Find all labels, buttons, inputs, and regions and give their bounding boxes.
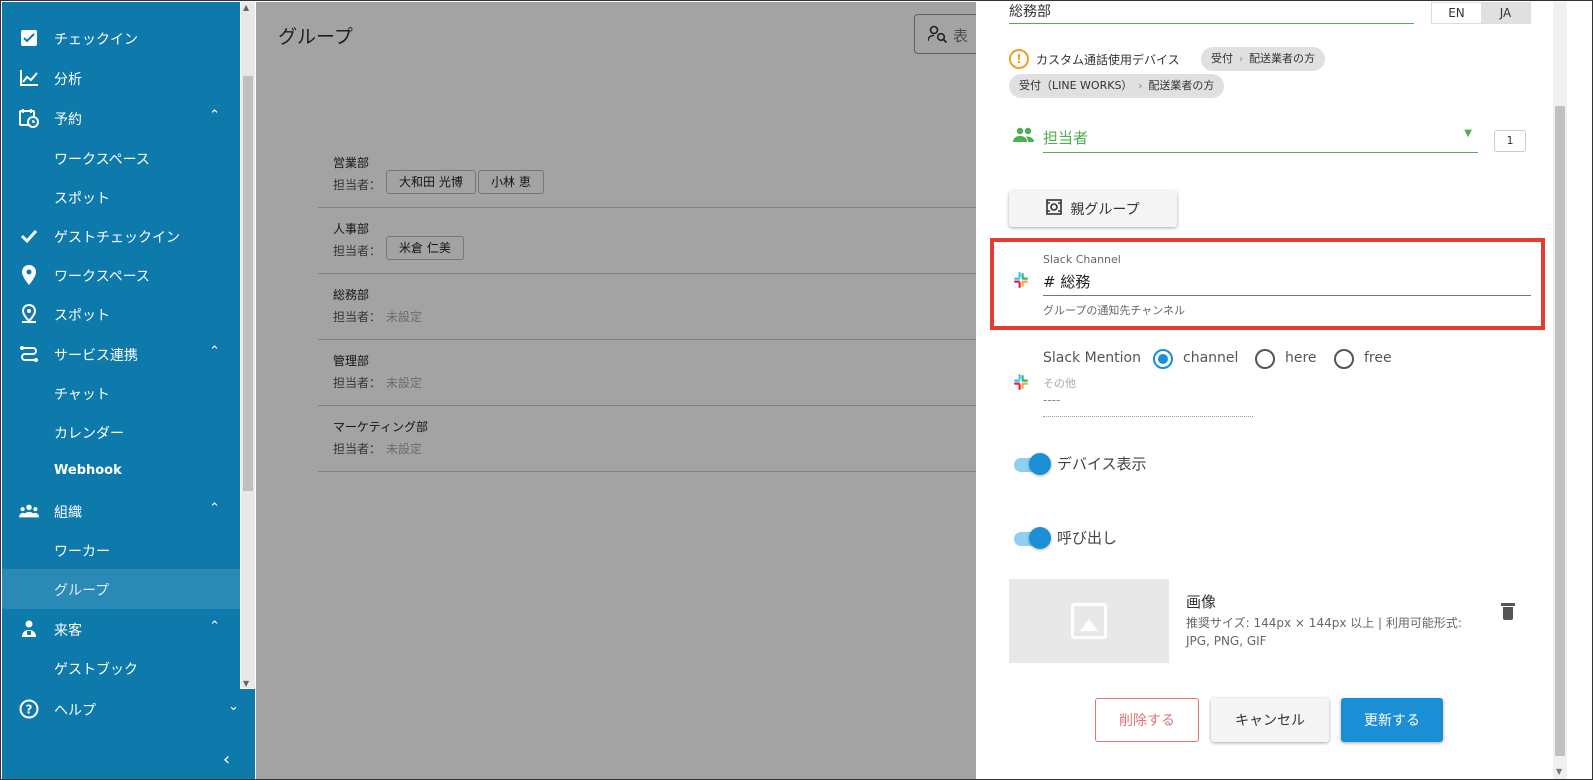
visitor-icon [19, 619, 39, 639]
sidebar-item-analytics[interactable]: 分析 [2, 58, 240, 98]
dropdown-arrow-icon: ▼ [1464, 128, 1472, 139]
mention-radio-channel[interactable] [1153, 349, 1173, 369]
call-toggle[interactable] [1011, 527, 1051, 549]
sidebar: チェックイン 分析 予約 ⌃ ワークスペース スポット ゲストチェックイン ワー… [2, 2, 240, 779]
warning-icon: ! [1009, 49, 1029, 69]
sidebar-item-service-integration[interactable]: サービス連携 ⌃ [2, 334, 240, 374]
scroll-down-arrow-icon[interactable]: ▼ [243, 679, 249, 688]
flow-chip: 受付 › 配送業者の方 [1201, 47, 1325, 71]
slack-channel-input[interactable]: # 総務 [1043, 271, 1090, 292]
scroll-up-arrow-icon[interactable]: ▲ [243, 3, 249, 12]
group-name-input[interactable]: 総務部 [1009, 1, 1414, 24]
check-icon [19, 226, 39, 246]
slack-channel-label: Slack Channel [1043, 253, 1121, 266]
chevron-right-icon: › [1239, 54, 1243, 65]
integration-icon [19, 344, 39, 364]
device-display-label: デバイス表示 [1057, 455, 1147, 473]
update-button[interactable]: 更新する [1341, 698, 1443, 742]
sidebar-subitem-reservation-workspace[interactable]: ワークスペース [2, 138, 240, 178]
person-pin-icon [19, 304, 39, 324]
right-gutter [1567, 2, 1592, 779]
sidebar-item-visitor[interactable]: 来客 ⌃ [2, 609, 240, 649]
help-icon: ? [19, 699, 39, 719]
sidebar-item-reservation[interactable]: 予約 ⌃ [2, 98, 240, 138]
sidebar-subitem-worker[interactable]: ワーカー [2, 530, 240, 570]
mention-other-underline [1043, 416, 1253, 417]
slack-channel-hint: グループの通知先チャンネル [1043, 304, 1186, 317]
mention-other-label: その他 [1043, 377, 1076, 390]
slack-channel-underline [1043, 295, 1531, 296]
sidebar-subitem-guestbook[interactable]: ゲストブック [2, 648, 240, 688]
sidebar-item-guest-checkin[interactable]: ゲストチェックイン [2, 216, 240, 256]
flow-chip: 受付（LINE WORKS） › 配送業者の方 [1009, 74, 1225, 98]
drawer-scrollbar-thumb[interactable] [1555, 106, 1565, 756]
device-display-toggle[interactable] [1011, 453, 1051, 475]
sidebar-subitem-chat[interactable]: チャット [2, 373, 240, 413]
custom-device-label: カスタム通話使用デバイス [1036, 53, 1180, 67]
mention-other-input[interactable]: ---- [1043, 393, 1060, 407]
chevron-up-icon[interactable]: ⌃ [209, 619, 220, 634]
delete-button[interactable]: 削除する [1095, 698, 1199, 742]
lang-en-button[interactable]: EN [1432, 3, 1481, 23]
sidebar-subitem-group[interactable]: グループ [2, 569, 240, 609]
collapse-sidebar-icon[interactable]: ‹ [223, 749, 230, 770]
image-title: 画像 [1186, 593, 1217, 611]
mention-radio-free[interactable] [1334, 349, 1354, 369]
slack-icon [1012, 271, 1030, 289]
sidebar-subitem-reservation-spot[interactable]: スポット [2, 177, 240, 217]
app-frame: チェックイン 分析 予約 ⌃ ワークスペース スポット ゲストチェックイン ワー… [0, 0, 1593, 780]
mention-radio-here[interactable] [1255, 349, 1275, 369]
language-toggle: EN JA [1431, 2, 1531, 24]
checkbox-icon [19, 28, 39, 48]
people-icon [19, 501, 39, 521]
image-description: 推奨サイズ: 144px × 144px 以上 | 利用可能形式: JPG, P… [1186, 616, 1462, 648]
sidebar-item-help[interactable]: ? ヘルプ ⌄ [2, 689, 255, 729]
chevron-up-icon[interactable]: ⌃ [209, 108, 220, 123]
sidebar-item-workspace[interactable]: ワークスペース [2, 255, 240, 295]
lang-ja-button[interactable]: JA [1481, 3, 1530, 23]
map-pin-icon [19, 265, 39, 285]
assignee-select[interactable]: 担当者 ▼ [1043, 121, 1478, 153]
sidebar-footer: ? ヘルプ ⌄ [2, 689, 255, 779]
image-icon [1071, 603, 1107, 639]
sidebar-item-checkin[interactable]: チェックイン [2, 18, 240, 58]
trash-icon[interactable] [1501, 603, 1515, 621]
chevron-down-icon[interactable]: ⌄ [228, 699, 239, 714]
sidebar-subitem-webhook[interactable]: Webhook [2, 452, 240, 492]
cancel-button[interactable]: キャンセル [1211, 698, 1329, 742]
slack-icon [1012, 373, 1030, 391]
sidebar-scrollbar-thumb[interactable] [243, 76, 253, 491]
modal-backdrop[interactable] [256, 2, 976, 779]
calendar-clock-icon [19, 108, 39, 128]
assignee-count: 1 [1494, 130, 1526, 152]
chevron-up-icon[interactable]: ⌃ [209, 344, 220, 359]
slack-mention-label: Slack Mention [1043, 350, 1141, 366]
sidebar-item-organization[interactable]: 組織 ⌃ [2, 491, 240, 531]
group-edit-drawer [976, 2, 1549, 779]
chevron-up-icon[interactable]: ⌃ [209, 501, 220, 516]
svg-text:?: ? [26, 703, 33, 717]
people-icon [1013, 127, 1035, 148]
sidebar-item-spot[interactable]: スポット [2, 294, 240, 334]
image-upload-area[interactable] [1009, 579, 1169, 663]
call-label: 呼び出し [1057, 529, 1118, 547]
sidebar-subitem-calendar[interactable]: カレンダー [2, 412, 240, 452]
chevron-right-icon: › [1138, 81, 1143, 92]
scroll-down-arrow-icon[interactable]: ▼ [1556, 767, 1562, 776]
chart-line-icon [19, 68, 39, 88]
parent-group-button[interactable]: 親グループ [1009, 191, 1177, 227]
group-select-icon [1046, 199, 1063, 219]
